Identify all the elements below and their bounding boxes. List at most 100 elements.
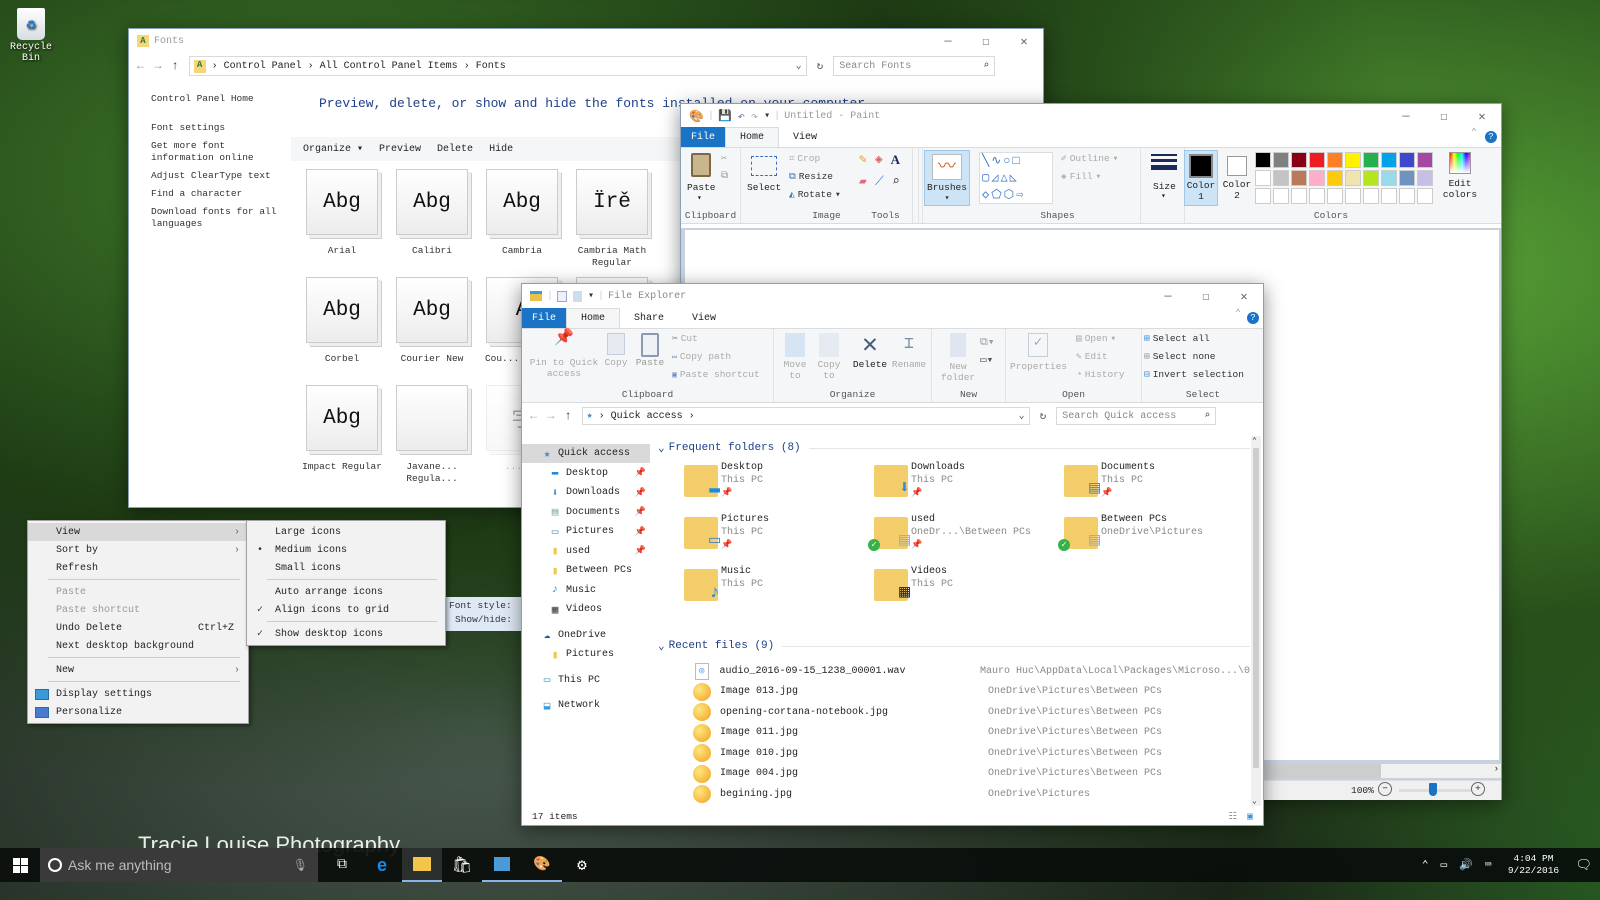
edge-icon[interactable]: e xyxy=(362,855,402,876)
palette-swatch[interactable] xyxy=(1363,170,1379,186)
menu-item-show-desktop-icons[interactable]: ✓ Show desktop icons xyxy=(247,625,445,643)
forward-arrow-icon[interactable]: → xyxy=(154,59,161,73)
new-folder-button[interactable]: New folder xyxy=(940,333,976,383)
fill-bucket-icon[interactable]: ◈ xyxy=(875,152,883,168)
new-item-icon[interactable]: ⧉▾ xyxy=(980,335,994,349)
sidebar-link-download[interactable]: Download fonts for all languages xyxy=(151,206,281,230)
recent-file-row[interactable]: opening-cortana-notebook.jpg OneDrive\Pic… xyxy=(654,702,1250,723)
nav-item-this-pc[interactable]: ▭ This PC xyxy=(522,671,650,690)
nav-item-videos[interactable]: ▦ Videos xyxy=(522,600,650,619)
easy-access-icon[interactable]: ▭▾ xyxy=(980,353,993,367)
menu-item-refresh[interactable]: Refresh xyxy=(28,559,248,577)
menu-item-align-icons-to-grid[interactable]: ✓ Align icons to grid xyxy=(247,601,445,619)
clock[interactable]: 4:04 PM 9/22/2016 xyxy=(1503,853,1563,877)
frequent-folder-item[interactable]: ▭ Pictures This PC 📌 xyxy=(684,513,869,563)
font-item[interactable]: Abg Calibri xyxy=(389,169,475,257)
maximize-button[interactable]: ☐ xyxy=(967,29,1005,53)
brushes-button[interactable]: 〰 Brushes ▾ xyxy=(924,150,970,206)
recent-file-row[interactable]: Image 013.jpg OneDrive\Pictures\Between P… xyxy=(654,682,1250,703)
edit-colors-button[interactable]: Edit colors xyxy=(1441,152,1479,200)
cortana-search-box[interactable]: Ask me anything 🎙 xyxy=(40,848,318,882)
close-button[interactable]: ✕ xyxy=(1463,104,1501,128)
breadcrumb-control-panel[interactable]: Control Panel xyxy=(224,61,302,72)
palette-swatch[interactable] xyxy=(1381,170,1397,186)
nav-item-downloads[interactable]: ⬇ Downloads 📌 xyxy=(522,483,650,502)
delete-button[interactable]: Delete xyxy=(437,144,473,155)
palette-swatch[interactable] xyxy=(1399,188,1415,204)
frequent-folder-item[interactable]: ⬇ Downloads This PC 📌 xyxy=(874,461,1059,511)
frequent-folder-item[interactable]: ▬ Desktop This PC 📌 xyxy=(684,461,869,511)
nav-item-pictures[interactable]: ▭ Pictures 📌 xyxy=(522,522,650,541)
palette-swatch[interactable] xyxy=(1327,170,1343,186)
select-button[interactable]: Select xyxy=(747,182,781,193)
palette-swatch[interactable] xyxy=(1273,152,1289,168)
menu-item-next-desktop-background[interactable]: Next desktop background xyxy=(28,637,248,655)
recent-file-row[interactable]: begining.jpg OneDrive\Pictures xyxy=(654,784,1250,805)
recent-file-row[interactable]: Image 1.jpgThis PC\Pictures xyxy=(654,805,1250,806)
action-center-icon[interactable]: 🗨 xyxy=(1575,858,1592,873)
start-button[interactable] xyxy=(0,848,40,882)
copy-to-button[interactable]: Copy to xyxy=(814,333,844,381)
control-panel-taskbar-icon[interactable] xyxy=(482,848,522,882)
minimize-button[interactable]: — xyxy=(1149,284,1187,308)
recent-file-row[interactable]: ◎ audio_2016-09-15_1238_00001.wav Mauro Hu… xyxy=(654,661,1250,682)
palette-swatch[interactable] xyxy=(1309,188,1325,204)
frequent-folder-item[interactable]: ▤ ✓ Between PCs OneDrive\Pictures xyxy=(1058,513,1249,563)
recent-files-header[interactable]: ⌄ Recent files (9) xyxy=(654,639,1250,653)
palette-swatch[interactable] xyxy=(1255,188,1271,204)
color1-button[interactable]: Color 1 xyxy=(1184,150,1218,206)
network-tray-icon[interactable]: ▭ xyxy=(1441,858,1448,872)
frequent-folder-item[interactable]: ♪ Music This PC xyxy=(684,565,869,615)
settings-gear-icon[interactable]: ⚙ xyxy=(562,855,602,875)
task-view-icon[interactable]: ⧉ xyxy=(322,857,362,873)
properties-button[interactable]: ✓ Properties xyxy=(1010,333,1067,372)
explorer-tab-view[interactable]: View xyxy=(678,308,730,328)
copy-button[interactable]: Copy xyxy=(602,333,630,368)
font-item[interactable]: Abg Impact Regular xyxy=(299,385,385,473)
palette-swatch[interactable] xyxy=(1291,188,1307,204)
undo-icon[interactable]: ↶ xyxy=(738,109,745,124)
recent-file-row[interactable]: Image 011.jpg OneDrive\Pictures\Between P… xyxy=(654,723,1250,744)
menu-item-auto-arrange-icons[interactable]: Auto arrange icons xyxy=(247,583,445,601)
pencil-icon[interactable]: ✎ xyxy=(859,152,867,168)
paint-taskbar-icon[interactable]: 🎨 xyxy=(522,848,562,882)
recycle-bin[interactable]: ♻ Recycle Bin xyxy=(8,8,54,64)
palette-swatch[interactable] xyxy=(1291,152,1307,168)
address-dropdown-icon[interactable]: ⌄ xyxy=(1019,410,1025,422)
font-item[interactable]: Abg Cambria xyxy=(479,169,565,257)
frequent-folders-header[interactable]: ⌄ Frequent folders (8) xyxy=(654,441,1250,455)
up-arrow-icon[interactable]: ↑ xyxy=(171,59,178,73)
shapes-gallery[interactable]: ╲∿○□ ▢◿△◺ ◇⬠⬡⇨ xyxy=(979,152,1053,204)
palette-swatch[interactable] xyxy=(1273,188,1289,204)
paint-tab-home[interactable]: Home xyxy=(725,127,780,147)
fill-button[interactable]: ◈ Fill ▾ xyxy=(1061,171,1101,182)
palette-swatch[interactable] xyxy=(1417,170,1433,186)
menu-item-medium-icons[interactable]: • Medium icons xyxy=(247,541,445,559)
menu-item-personalize[interactable]: Personalize xyxy=(28,703,248,721)
preview-button[interactable]: Preview xyxy=(379,144,421,155)
close-button[interactable]: ✕ xyxy=(1225,284,1263,308)
copy-icon[interactable]: ⧉ xyxy=(721,170,728,182)
select-icon[interactable] xyxy=(751,156,777,176)
frequent-folder-item[interactable]: ▦ Videos This PC xyxy=(874,565,1059,615)
close-button[interactable]: ✕ xyxy=(1005,29,1043,53)
menu-item-small-icons[interactable]: Small icons xyxy=(247,559,445,577)
menu-item-sort-by[interactable]: Sort by › xyxy=(28,541,248,559)
palette-swatch[interactable] xyxy=(1273,170,1289,186)
explorer-search-input[interactable]: Search Quick access ⌕ xyxy=(1056,407,1217,425)
crop-button[interactable]: ⌗ Crop xyxy=(789,153,820,164)
help-icon[interactable]: ? xyxy=(1485,131,1497,143)
font-item[interactable]: Javane... Regula... xyxy=(389,385,475,485)
rename-button[interactable]: ⌶ Rename xyxy=(890,333,928,370)
nav-item-onedrive[interactable]: ☁ OneDrive xyxy=(522,626,650,645)
palette-swatch[interactable] xyxy=(1255,152,1271,168)
scroll-thumb[interactable] xyxy=(1265,764,1381,778)
up-arrow-icon[interactable]: ↑ xyxy=(564,409,571,423)
breadcrumb-all-items[interactable]: All Control Panel Items xyxy=(320,61,458,72)
maximize-button[interactable]: ☐ xyxy=(1187,284,1225,308)
invert-selection-button[interactable]: ⊟ Invert selection xyxy=(1144,369,1244,380)
palette-swatch[interactable] xyxy=(1255,170,1271,186)
scroll-up-icon[interactable]: ⌃ xyxy=(1252,436,1257,446)
refresh-icon[interactable]: ↻ xyxy=(1040,409,1047,423)
menu-item-paste-shortcut[interactable]: Paste shortcut xyxy=(28,601,248,619)
